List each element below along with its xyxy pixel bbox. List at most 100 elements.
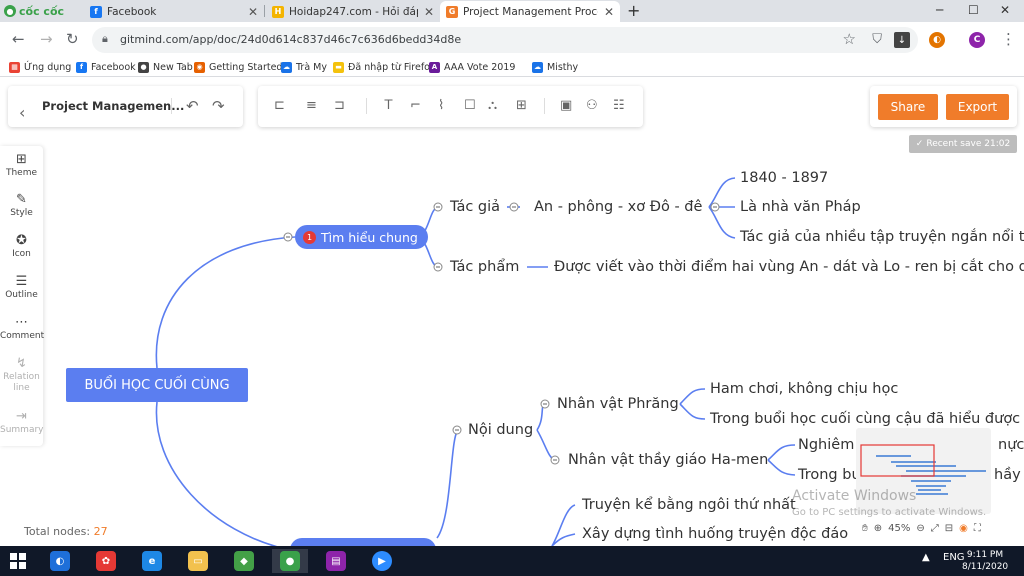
sidebar-item-theme[interactable]: ⊞ Theme	[0, 152, 43, 178]
tab-hoidap[interactable]: H Hoidap247.com - Hỏi đáp on ✕	[266, 1, 440, 22]
tray-up-icon[interactable]: ▲	[922, 552, 930, 563]
node-nghiem[interactable]: Nghiêm	[798, 436, 854, 454]
add-parent-node-icon[interactable]: ⊐	[334, 98, 345, 114]
bookmark-getting-started[interactable]: ◉ Getting Started	[194, 60, 282, 74]
close-icon[interactable]: ✕	[424, 5, 434, 19]
node-tac-gia-nhieu[interactable]: Tác giả của nhiều tập truyện ngắn nổi ti…	[740, 228, 1024, 246]
share-button[interactable]: Share	[878, 94, 938, 120]
fit-screen-icon[interactable]: ⤢	[931, 523, 939, 534]
forward-icon[interactable]: →	[40, 31, 53, 47]
taskbar-app-1[interactable]: ◐	[42, 549, 78, 573]
document-title[interactable]: Project Managemen...	[42, 99, 184, 113]
bookmark-star-icon[interactable]: ☆	[843, 30, 856, 48]
taskbar-app-5[interactable]: ◆	[226, 549, 262, 573]
structure-icon[interactable]: ⛬	[488, 98, 497, 114]
node-nha-van[interactable]: Là nhà văn Pháp	[740, 198, 861, 216]
add-child-node-icon[interactable]: ⊏	[274, 98, 285, 114]
taskbar-app-2[interactable]: ✿	[88, 549, 124, 573]
node-years[interactable]: 1840 - 1897	[740, 169, 828, 187]
node-nghiem-tail[interactable]: nực	[998, 436, 1024, 454]
minimize-icon[interactable]: ─	[936, 3, 943, 17]
sidebar-item-relation-line[interactable]: ↯ Relation line	[0, 356, 43, 394]
node-duoc-viet[interactable]: Được viết vào thời điểm hai vùng An - dá…	[554, 258, 1024, 276]
layout-icon[interactable]: ⊞	[516, 98, 527, 114]
taskbar-ie[interactable]: e	[134, 549, 170, 573]
collaborate-icon[interactable]: ⚇	[586, 98, 598, 114]
back-icon[interactable]: ←	[12, 31, 25, 47]
bookmark-tra-my[interactable]: ☁ Trà My	[281, 60, 327, 74]
sidebar-item-style[interactable]: ✎ Style	[0, 192, 43, 218]
sidebar-item-icon[interactable]: ✪ Icon	[0, 233, 43, 259]
add-sibling-node-icon[interactable]: ≡	[306, 98, 317, 114]
lock-icon[interactable]: 🔒︎	[102, 32, 108, 46]
tab-facebook[interactable]: f Facebook ✕	[84, 1, 264, 22]
node-tac-gia[interactable]: Tác giả	[450, 198, 500, 216]
sidebar-item-summary[interactable]: ⇥ Summary	[0, 409, 44, 435]
close-icon[interactable]: ✕	[604, 5, 614, 19]
taskbar-coccoc[interactable]: ●	[272, 549, 308, 573]
hand-icon[interactable]: ✋︎	[862, 523, 868, 534]
fullscreen-icon[interactable]: ⛶	[974, 523, 981, 534]
url-text[interactable]: gitmind.com/app/doc/24d0d614c837d46c7c63…	[120, 33, 461, 46]
bookmark-facebook[interactable]: f Facebook	[76, 60, 136, 74]
maximize-icon[interactable]: ☐	[968, 3, 979, 17]
back-chevron-icon[interactable]: ‹	[19, 105, 25, 121]
bookmark-label: AAA Vote 2019	[444, 61, 516, 73]
taskbar-app-7[interactable]: ▤	[318, 549, 354, 573]
app-icon: ◆	[234, 551, 254, 571]
zoom-in-icon[interactable]: ⊕	[874, 523, 882, 534]
undo-icon[interactable]: ↶	[186, 98, 199, 114]
tab-project-management[interactable]: G Project Management Process ✕	[440, 1, 620, 22]
redo-icon[interactable]: ↷	[212, 98, 225, 114]
omnibox[interactable]: 🔒︎ gitmind.com/app/doc/24d0d614c837d46c7…	[92, 27, 918, 53]
shield-icon[interactable]: ⛉	[872, 32, 882, 47]
clock[interactable]: 9:11 PM 8/11/2020	[962, 549, 1008, 573]
box-icon[interactable]: ☐	[464, 98, 476, 114]
zoom-out-icon[interactable]: ⊖	[916, 523, 924, 534]
attachment-icon[interactable]: ⌇	[438, 98, 444, 114]
node-an-phong[interactable]: An - phông - xơ Đô - đê	[534, 198, 702, 216]
node-tac-pham[interactable]: Tác phẩm	[450, 258, 519, 276]
node-trong-buoi[interactable]: Trong buổi học cuối cùng cậu đã hiểu đượ…	[710, 410, 1024, 428]
sidebar-item-comment[interactable]: ⋯ Comment	[0, 315, 44, 341]
sidebar-item-outline[interactable]: ☰ Outline	[0, 274, 43, 300]
export-button[interactable]: Export	[946, 94, 1009, 120]
window-close-icon[interactable]: ✕	[1000, 3, 1010, 17]
node-trong-bu-tail[interactable]: hầy t	[994, 466, 1024, 484]
save-icon[interactable]: ▣	[560, 98, 572, 114]
reload-icon[interactable]: ↻	[66, 31, 79, 47]
settings-list-icon[interactable]: ☷	[613, 98, 625, 114]
bookmark-new-tab[interactable]: ● New Tab	[138, 60, 193, 74]
start-button[interactable]	[0, 549, 36, 573]
branch-node-tim-hieu-chung[interactable]: 1 Tìm hiểu chung	[295, 225, 428, 249]
close-icon[interactable]: ✕	[248, 5, 258, 19]
minimap-toggle-icon[interactable]: ⊟	[945, 523, 953, 534]
bookmark-firefox-import[interactable]: ▬ Đã nhập từ Firefox	[333, 60, 435, 74]
taskbar-explorer[interactable]: ▭	[180, 549, 216, 573]
browser-logo[interactable]: ● cốc cốc	[4, 3, 64, 19]
extension-icon[interactable]: ◐	[929, 32, 945, 48]
taskbar-zoom[interactable]: ▶	[364, 549, 400, 573]
node-phrang[interactable]: Nhân vật Phrăng	[557, 395, 679, 413]
root-node[interactable]: BUỔI HỌC CUỐI CÙNG	[66, 368, 248, 402]
node-truyen-ke[interactable]: Truyện kể bằng ngôi thứ nhất	[582, 496, 796, 514]
menu-icon[interactable]: ⋮	[1001, 30, 1016, 48]
bookmark-apps[interactable]: ▦ Ứng dụng	[9, 60, 71, 74]
text-icon[interactable]: Ｔ	[382, 98, 395, 114]
eye-icon[interactable]: ◉	[959, 523, 968, 534]
bookmark-aaa-vote[interactable]: A AAA Vote 2019	[429, 60, 515, 74]
recent-save-badge: ✓ Recent save 21:02	[909, 135, 1017, 153]
bookmark-misthy[interactable]: ☁ Misthy	[532, 60, 578, 74]
format-painter-icon[interactable]: ⌐	[410, 98, 421, 114]
download-icon[interactable]: ↓	[894, 32, 910, 48]
node-trong-bu[interactable]: Trong bu	[798, 466, 861, 484]
profile-avatar[interactable]: C	[969, 32, 985, 48]
node-noi-dung[interactable]: Nội dung	[468, 421, 533, 439]
node-xay-dung[interactable]: Xây dựng tình huống truyện độc đáo	[582, 525, 848, 543]
branch-node-2[interactable]	[290, 538, 436, 546]
new-tab-icon[interactable]: +	[627, 1, 640, 20]
node-ham-choi[interactable]: Ham chơi, không chịu học	[710, 380, 898, 398]
connector-noidung	[436, 429, 459, 539]
gitmind-icon: G	[446, 5, 458, 18]
node-thay-giao[interactable]: Nhân vật thầy giáo Ha-men	[568, 451, 768, 469]
